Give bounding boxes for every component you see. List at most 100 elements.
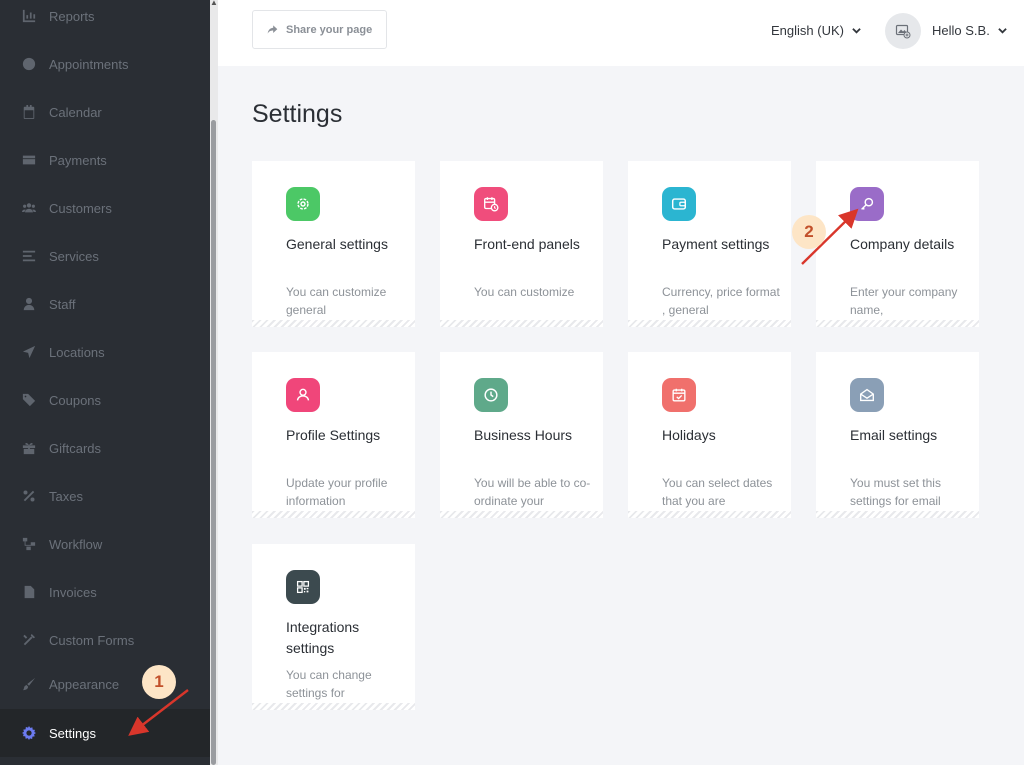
- card-payment-settings[interactable]: Payment settings Currency, price format …: [628, 161, 791, 327]
- sidebar-item-custom-forms[interactable]: Custom Forms: [0, 616, 210, 664]
- gift-icon: [22, 441, 36, 455]
- card-integrations-settings[interactable]: Integrations settings You can change set…: [252, 544, 415, 710]
- card-title: Business Hours: [474, 427, 573, 443]
- sidebar-item-label: Appointments: [49, 56, 129, 72]
- clock-icon: [474, 378, 508, 412]
- calendar-clock-icon: [474, 187, 508, 221]
- card-description: You can select dates that you are unavai…: [662, 476, 773, 518]
- sidebar-item-label: Giftcards: [49, 440, 102, 456]
- chevron-down-icon: [998, 28, 1007, 34]
- card-company-details[interactable]: Company details Enter your company name,: [816, 161, 979, 327]
- calendar-check-icon: [662, 378, 696, 412]
- percent-icon: [22, 489, 36, 503]
- wallet-icon: [662, 187, 696, 221]
- sidebar-item-taxes[interactable]: Taxes: [0, 472, 210, 520]
- sidebar-item-label: Coupons: [49, 392, 102, 408]
- image-placeholder-icon: [895, 24, 911, 39]
- sidebar-item-label: Invoices: [49, 584, 97, 600]
- file-icon: [22, 585, 36, 599]
- qr-icon: [286, 570, 320, 604]
- sidebar-item-calendar[interactable]: Calendar: [0, 88, 210, 136]
- avatar[interactable]: [885, 13, 921, 49]
- sidebar-scrollbar-thumb[interactable]: [211, 120, 216, 765]
- annotation-badge-2: 2: [792, 215, 826, 249]
- gear-icon: [22, 726, 36, 740]
- card-profile-settings[interactable]: Profile Settings Update your profile inf…: [252, 352, 415, 518]
- user-icon: [22, 297, 36, 311]
- sidebar-item-customers[interactable]: Customers: [0, 184, 210, 232]
- sidebar-item-label: Staff: [49, 296, 76, 312]
- location-arrow-icon: [22, 345, 36, 359]
- card-title: Holidays: [662, 427, 716, 443]
- sidebar-item-appearance[interactable]: Appearance: [0, 660, 210, 708]
- card-title: Profile Settings: [286, 427, 381, 443]
- card-description: You will be able to co-ordinate your: [474, 476, 591, 508]
- sidebar-item-appointments[interactable]: Appointments: [0, 40, 210, 88]
- card-title: Integrations settings: [286, 619, 360, 656]
- sidebar-item-label: Services: [49, 248, 99, 264]
- sidebar-item-label: Customers: [49, 200, 112, 216]
- sidebar-item-label: Custom Forms: [49, 632, 135, 648]
- share-page-button[interactable]: Share your page: [252, 10, 387, 49]
- card-email-settings[interactable]: Email settings You must set this setting…: [816, 352, 979, 518]
- sidebar-item-payments[interactable]: Payments: [0, 136, 210, 184]
- card-title: Payment settings: [662, 236, 770, 252]
- list-icon: [22, 249, 36, 263]
- card-title: Front-end panels: [474, 236, 580, 252]
- card-description: Update your profile information: [286, 476, 388, 508]
- wallet-icon: [22, 153, 36, 167]
- sidebar-item-giftcards[interactable]: Giftcards: [0, 424, 210, 472]
- sidebar-item-label: Payments: [49, 152, 107, 168]
- card-description: Currency, price format , general: [662, 285, 780, 317]
- envelope-open-icon: [850, 378, 884, 412]
- language-label: English (UK): [771, 23, 844, 38]
- card-front-end-panels[interactable]: Front-end panels You can customize: [440, 161, 603, 327]
- sidebar-item-label: Calendar: [49, 104, 102, 120]
- calendar-icon: [22, 105, 36, 119]
- sidebar-item-settings[interactable]: Settings: [0, 709, 210, 757]
- key-icon: [850, 187, 884, 221]
- card-description: You can customize: [474, 285, 575, 299]
- tools-icon: [22, 633, 36, 647]
- share-page-label: Share your page: [286, 23, 373, 36]
- users-icon: [22, 201, 36, 215]
- card-holidays[interactable]: Holidays You can select dates that you a…: [628, 352, 791, 518]
- gear-icon: [286, 187, 320, 221]
- topbar: Share your page English (UK) Hello S.B.: [218, 0, 1024, 66]
- page-title: Settings: [252, 100, 343, 128]
- sidebar-item-coupons[interactable]: Coupons: [0, 376, 210, 424]
- clock-icon: [22, 57, 36, 71]
- sidebar-item-services[interactable]: Services: [0, 232, 210, 280]
- sidebar-item-label: Reports: [49, 8, 95, 24]
- sidebar: Reports Appointments Calendar Payments C…: [0, 0, 210, 765]
- brush-icon: [22, 677, 36, 691]
- workflow-icon: [22, 537, 36, 551]
- user-icon: [286, 378, 320, 412]
- card-description: You can change settings for: [286, 668, 372, 700]
- card-description: You can customize general: [286, 285, 387, 317]
- user-greeting: Hello S.B.: [932, 23, 990, 38]
- card-description: Enter your company name,: [850, 285, 958, 317]
- card-business-hours[interactable]: Business Hours You will be able to co-or…: [440, 352, 603, 518]
- sidebar-item-label: Appearance: [49, 676, 120, 692]
- sidebar-item-staff[interactable]: Staff: [0, 280, 210, 328]
- card-title: Email settings: [850, 427, 938, 443]
- language-selector[interactable]: English (UK): [771, 23, 861, 38]
- sidebar-item-reports[interactable]: Reports: [0, 0, 210, 40]
- sidebar-item-label: Locations: [49, 344, 105, 360]
- card-description: You must set this settings for email: [850, 476, 941, 508]
- sidebar-item-locations[interactable]: Locations: [0, 328, 210, 376]
- sidebar-item-invoices[interactable]: Invoices: [0, 568, 210, 616]
- sidebar-item-workflow[interactable]: Workflow: [0, 520, 210, 568]
- sidebar-item-label: Workflow: [49, 536, 103, 552]
- scroll-up-arrow-icon[interactable]: ▲: [210, 0, 218, 7]
- user-menu[interactable]: Hello S.B.: [932, 23, 1007, 38]
- chart-icon: [22, 9, 36, 23]
- chevron-down-icon: [852, 28, 861, 34]
- sidebar-item-label: Taxes: [49, 488, 83, 504]
- annotation-badge-1: 1: [142, 665, 176, 699]
- sidebar-item-label: Settings: [49, 725, 96, 741]
- card-title: General settings: [286, 236, 388, 252]
- card-general-settings[interactable]: General settings You can customize gener…: [252, 161, 415, 327]
- card-title: Company details: [850, 236, 955, 252]
